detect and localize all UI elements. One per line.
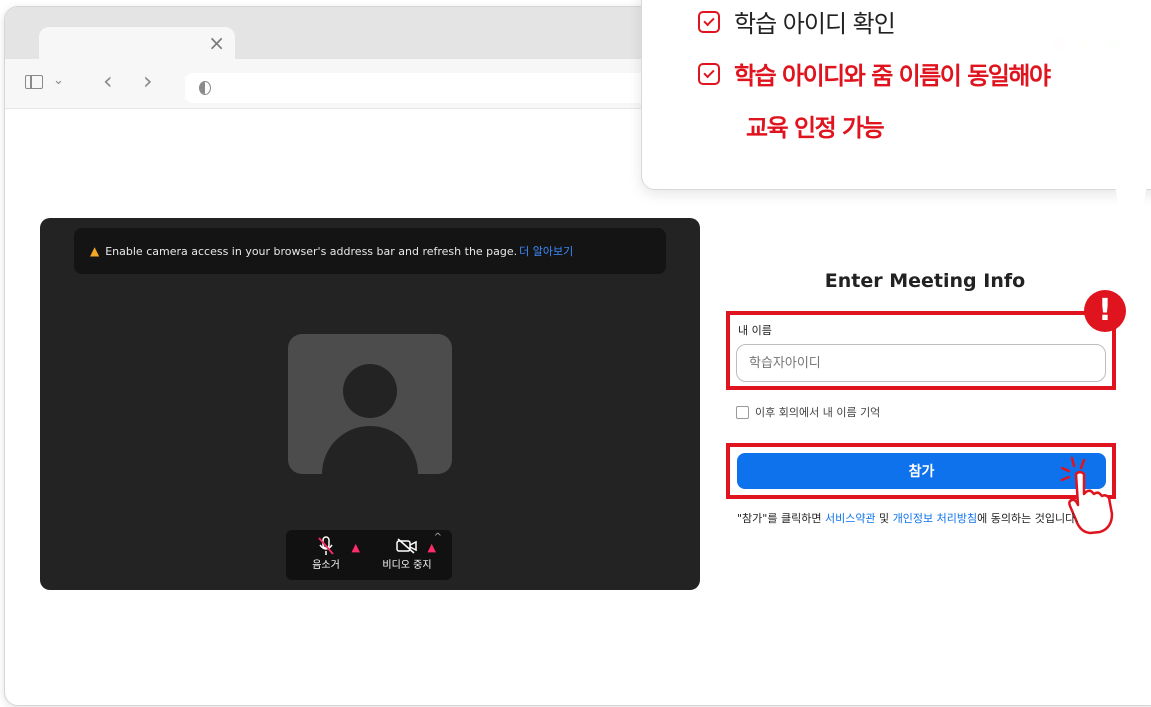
browser-tab[interactable]: × xyxy=(39,27,235,61)
chevron-down-icon[interactable]: ⌄ xyxy=(53,71,64,91)
callout-row-2: 학습 아이디와 줌 이름이 동일해야 xyxy=(698,56,1051,91)
sidebar-toggle-icon[interactable] xyxy=(25,75,43,89)
person-body-icon xyxy=(322,426,418,474)
remember-checkbox[interactable] xyxy=(736,405,749,419)
terms-prefix: "참가"를 클릭하면 xyxy=(737,512,825,525)
video-preview: ▲ Enable camera access in your browser's… xyxy=(40,218,700,590)
callout-line-3: 교육 인정 가능 xyxy=(746,114,885,142)
remember-label: 이후 회의에서 내 이름 기억 xyxy=(755,406,881,419)
video-camera-off-icon: ▲ xyxy=(374,536,440,556)
forward-arrow-icon[interactable]: › xyxy=(143,69,153,93)
media-controls: ▲ 음소거 ▲ 비디오 중지 ^ xyxy=(286,530,452,580)
remember-name-option[interactable]: 이후 회의에서 내 이름 기억 xyxy=(736,404,880,420)
banner-text: Enable camera access in your browser's a… xyxy=(105,244,518,258)
name-field-highlight xyxy=(726,311,1116,390)
mute-button[interactable]: ▲ 음소거 xyxy=(300,536,360,571)
person-head-icon xyxy=(343,364,397,418)
video-options-caret-icon[interactable]: ^ xyxy=(434,532,442,543)
avatar-placeholder xyxy=(288,334,452,474)
warning-icon: ▲ xyxy=(90,244,100,258)
callout-line-2: 학습 아이디와 줌 이름이 동일해야 xyxy=(734,62,1051,90)
form-title: Enter Meeting Info xyxy=(824,270,1026,292)
mute-label: 음소거 xyxy=(312,560,340,571)
terms-suffix: 에 동의하는 것입니다. xyxy=(977,512,1079,525)
join-button-highlight xyxy=(726,443,1116,499)
video-label: 비디오 중지 xyxy=(382,560,432,571)
tab-close-icon[interactable]: × xyxy=(208,33,225,53)
camera-warning-banner: ▲ Enable camera access in your browser's… xyxy=(74,228,666,274)
learn-more-link[interactable]: 더 알아보기 xyxy=(519,243,573,259)
privacy-policy-link[interactable]: 개인정보 처리방침 xyxy=(893,512,977,525)
terms-of-service-link[interactable]: 서비스약관 xyxy=(825,512,876,525)
callout-row-3: 교육 인정 가능 xyxy=(746,108,885,143)
mic-warning-icon: ▲ xyxy=(351,541,360,554)
callout-row-1: 학습 아이디 확인 xyxy=(698,4,896,39)
checkbox-checked-icon xyxy=(698,10,720,33)
stop-video-button[interactable]: ▲ 비디오 중지 xyxy=(374,536,440,571)
alert-icon: ! xyxy=(1084,290,1126,332)
back-arrow-icon[interactable]: ‹ xyxy=(103,69,113,93)
microphone-muted-icon: ▲ xyxy=(300,536,360,556)
privacy-shield-icon[interactable] xyxy=(199,81,211,95)
callout-tail xyxy=(1115,186,1147,266)
terms-mid: 및 xyxy=(875,512,893,525)
callout-line-1: 학습 아이디 확인 xyxy=(734,10,896,38)
checkbox-checked-icon xyxy=(698,62,720,85)
terms-notice: "참가"를 클릭하면 서비스약관 및 개인정보 처리방침에 동의하는 것입니다. xyxy=(737,510,1097,528)
